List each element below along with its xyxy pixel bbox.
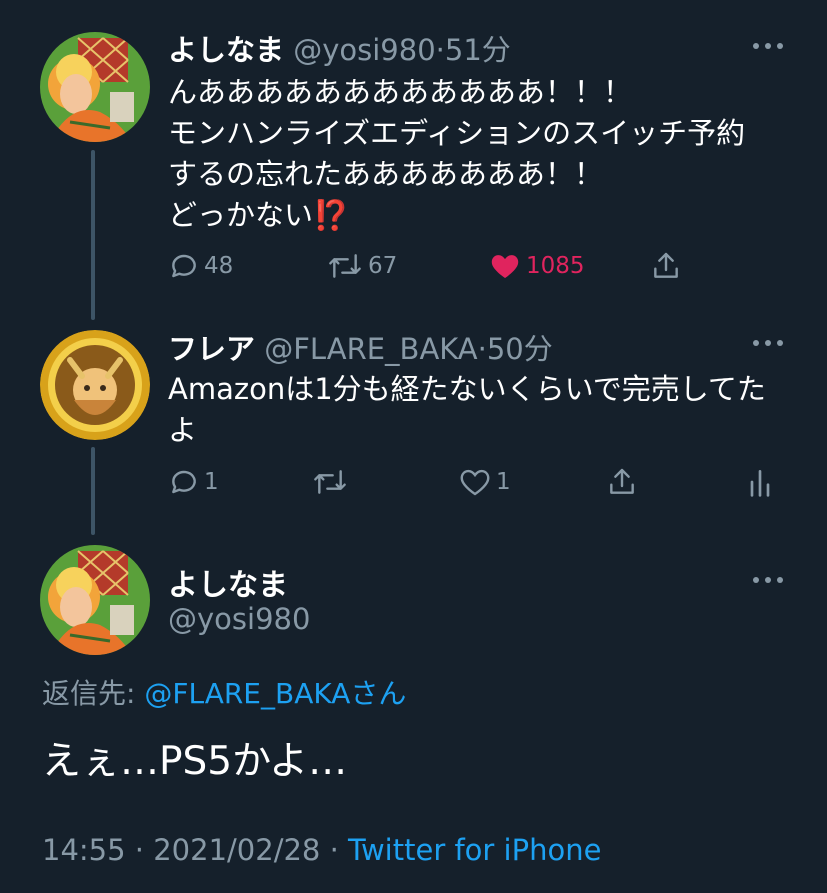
share-button[interactable] xyxy=(606,466,638,498)
tweet-actions: 1 1 xyxy=(168,466,778,502)
retweet-button[interactable] xyxy=(311,466,353,498)
avatar[interactable] xyxy=(40,545,150,655)
more-icon[interactable] xyxy=(753,338,783,348)
timestamp[interactable]: 50分 xyxy=(487,332,553,366)
like-button[interactable]: 1085 xyxy=(488,250,585,282)
tweet-meta: 14:55 · 2021/02/28 · Twitter for iPhone xyxy=(42,833,601,867)
tweet-header: よしなま @yosi980·51分 xyxy=(168,27,511,69)
more-icon[interactable] xyxy=(753,41,783,51)
share-button[interactable] xyxy=(650,250,682,282)
reply-to-mention[interactable]: @FLARE_BAKAさん xyxy=(144,677,406,710)
tweet-source-link[interactable]: Twitter for iPhone xyxy=(348,833,601,867)
reply-count: 1 xyxy=(204,469,219,495)
thread-line xyxy=(91,150,95,320)
reply-icon xyxy=(172,470,196,494)
like-count: 1 xyxy=(496,469,511,495)
retweet-icon xyxy=(329,254,361,278)
display-name[interactable]: よしなま xyxy=(168,33,284,67)
tweet-time: 14:55 xyxy=(42,833,126,867)
tweet-header: フレア @FLARE_BAKA·50分 xyxy=(168,326,553,368)
tweet-actions: 48 67 1085 xyxy=(168,250,708,286)
like-count: 1085 xyxy=(526,253,585,279)
reply-icon xyxy=(172,254,196,278)
reply-to-label: 返信先: xyxy=(42,677,145,710)
display-name[interactable]: フレア xyxy=(168,332,255,366)
avatar[interactable] xyxy=(40,330,150,440)
share-icon xyxy=(610,468,634,494)
reply-button[interactable]: 1 xyxy=(168,466,219,498)
tweet-text: えぇ…PS5かよ… xyxy=(42,739,348,784)
separator: · xyxy=(134,833,145,867)
analytics-icon xyxy=(750,470,770,497)
heart-icon xyxy=(491,255,519,278)
tweet-date: 2021/02/28 xyxy=(153,833,321,867)
separator: · xyxy=(329,833,339,867)
display-name[interactable]: よしなま xyxy=(168,560,288,604)
separator: · xyxy=(435,33,445,67)
reply-count: 48 xyxy=(204,253,234,279)
timestamp[interactable]: 51分 xyxy=(445,33,511,67)
thread-line xyxy=(91,447,95,535)
share-icon xyxy=(654,252,678,278)
reply-button[interactable]: 48 xyxy=(168,250,233,282)
user-handle[interactable]: @FLARE_BAKA xyxy=(264,332,477,366)
like-button[interactable]: 1 xyxy=(458,466,511,498)
retweet-icon xyxy=(314,470,346,494)
user-handle[interactable]: @yosi980 xyxy=(293,33,435,67)
tweet-text: Amazonは1分も経たないくらいで完売してた よ xyxy=(168,372,766,447)
retweet-button[interactable]: 67 xyxy=(326,250,397,282)
retweet-count: 67 xyxy=(368,253,398,279)
analytics-button[interactable] xyxy=(746,466,774,498)
reply-to: 返信先: @FLARE_BAKAさん xyxy=(42,672,406,712)
heart-icon xyxy=(460,469,490,496)
user-handle[interactable]: @yosi980 xyxy=(168,602,310,636)
avatar[interactable] xyxy=(40,32,150,142)
more-icon[interactable] xyxy=(753,575,783,585)
separator: · xyxy=(477,332,487,366)
tweet-text: んああああああああああああ！！！ モンハンライズエディションのスイッチ予約 する… xyxy=(168,75,746,232)
